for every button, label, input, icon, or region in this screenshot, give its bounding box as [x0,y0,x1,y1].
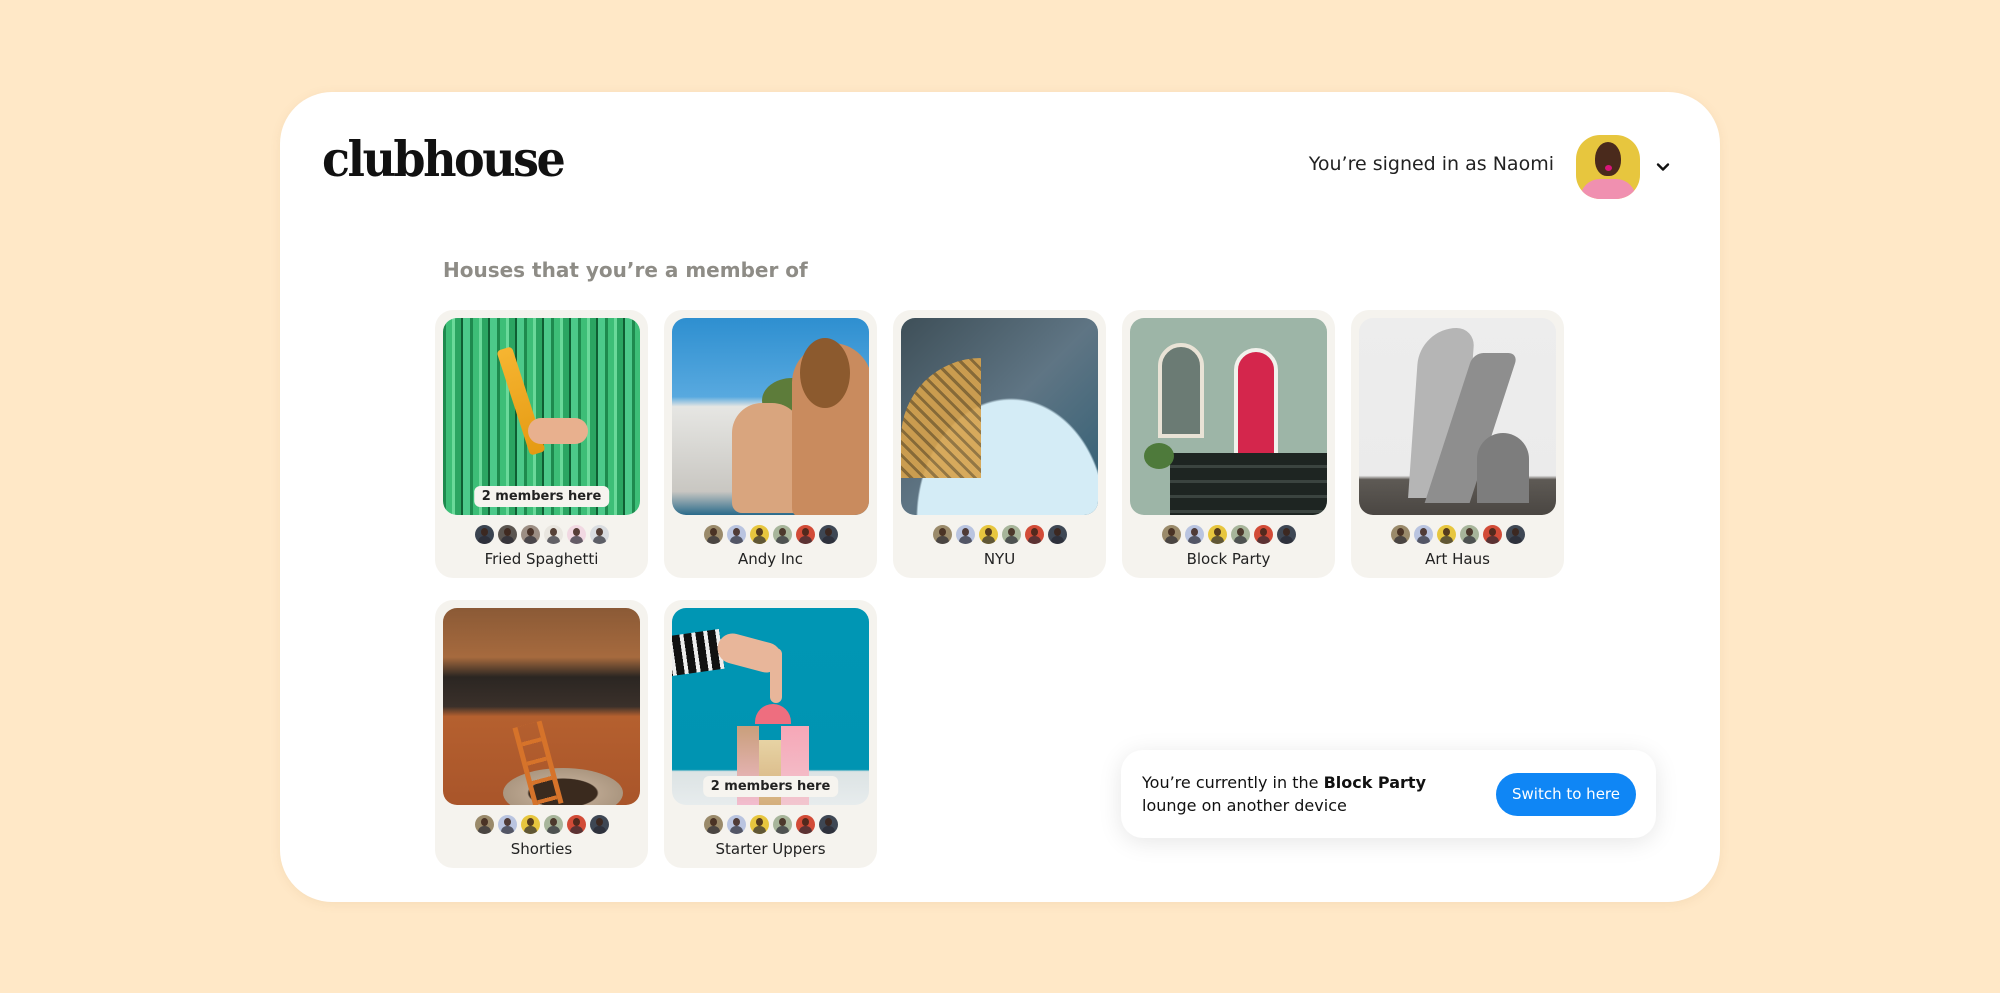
members-here-badge: 2 members here [702,776,839,797]
member-avatars [443,525,640,544]
house-image: 2 members here [672,608,869,805]
member-avatar [1230,525,1250,544]
member-avatars [1359,525,1556,544]
house-name: Block Party [1186,550,1271,568]
house-name: Shorties [510,840,573,858]
member-avatars [443,815,640,834]
member-avatars [672,525,869,544]
member-avatar [520,815,540,834]
finger-shape [770,648,782,703]
toast-house-name: Block Party [1323,773,1426,792]
house-card-starter-uppers[interactable]: 2 members here Starter Uppers [664,600,877,868]
member-avatar [726,525,746,544]
member-avatars [1130,525,1327,544]
member-avatar [543,525,563,544]
member-avatar [1390,525,1410,544]
avatar-shirt [1580,179,1636,199]
member-avatars [672,815,869,834]
member-avatar [955,525,975,544]
member-avatar [1276,525,1296,544]
member-avatar [726,815,746,834]
window-shape [1158,343,1204,438]
member-avatar [1184,525,1204,544]
chevron-down-icon[interactable] [1656,159,1670,173]
house-card-block-party[interactable]: Block Party [1122,310,1335,578]
member-avatar [1482,525,1502,544]
house-name: Starter Uppers [715,840,826,858]
member-avatar [795,815,815,834]
house-card-art-haus[interactable]: Art Haus [1351,310,1564,578]
house-name: Fried Spaghetti [484,550,599,568]
house-name: NYU [983,550,1016,568]
member-avatar [1047,525,1067,544]
hole-shape [503,768,623,805]
member-avatar [1207,525,1227,544]
steps-shape [1170,453,1327,515]
member-avatar [749,525,769,544]
house-name: Andy Inc [737,550,804,568]
member-avatar [1161,525,1181,544]
toast-message: You’re currently in the Block Party loun… [1142,771,1442,817]
plant-shape [1144,443,1174,469]
member-avatar [497,815,517,834]
house-card-nyu[interactable]: NYU [893,310,1106,578]
member-avatar [1001,525,1021,544]
avatar-mouth [1605,165,1612,171]
member-avatar [1413,525,1433,544]
hair-shape [800,338,850,408]
user-avatar-icon[interactable] [1576,135,1640,199]
switch-to-here-button[interactable]: Switch to here [1496,772,1636,816]
member-avatar [497,525,517,544]
house-image [1359,318,1556,515]
members-here-badge: 2 members here [473,486,610,507]
house-card-shorties[interactable]: Shorties [435,600,648,868]
member-avatar [474,525,494,544]
house-name: Art Haus [1425,550,1490,568]
door-shape [1234,348,1278,458]
house-image [1130,318,1327,515]
member-avatar [749,815,769,834]
member-avatar [474,815,494,834]
member-avatar [589,815,609,834]
member-avatar [978,525,998,544]
member-avatars [901,525,1098,544]
member-avatar [1459,525,1479,544]
toast-text-before: You’re currently in the [1142,773,1324,792]
block-arch-shape [755,704,791,724]
house-card-andy-inc[interactable]: Andy Inc [664,310,877,578]
house-image [672,318,869,515]
member-avatar [589,525,609,544]
member-avatar [1505,525,1525,544]
member-avatar [818,525,838,544]
member-avatar [566,815,586,834]
member-avatar [703,815,723,834]
toast-text-after: lounge on another device [1142,796,1347,815]
member-avatar [1436,525,1456,544]
signed-in-label: You’re signed in as Naomi [1308,153,1554,175]
member-avatar [772,815,792,834]
sleeve-shape [672,629,725,677]
house-image: 2 members here [443,318,640,515]
member-avatar [520,525,540,544]
member-avatar [795,525,815,544]
member-avatar [566,525,586,544]
section-title: Houses that you’re a member of [443,258,808,282]
hand-shape [528,418,588,444]
member-avatar [1024,525,1044,544]
clubhouse-logo[interactable]: clubhouse [322,131,566,188]
member-avatar [932,525,952,544]
member-avatar [818,815,838,834]
house-image [901,318,1098,515]
member-avatar [703,525,723,544]
sculpture-shape [1477,433,1529,503]
member-avatar [772,525,792,544]
house-image [443,608,640,805]
active-lounge-toast: You’re currently in the Block Party loun… [1121,750,1656,838]
house-card-fried-spaghetti[interactable]: 2 members here Fried Spaghetti [435,310,648,578]
member-avatar [543,815,563,834]
member-avatar [1253,525,1273,544]
